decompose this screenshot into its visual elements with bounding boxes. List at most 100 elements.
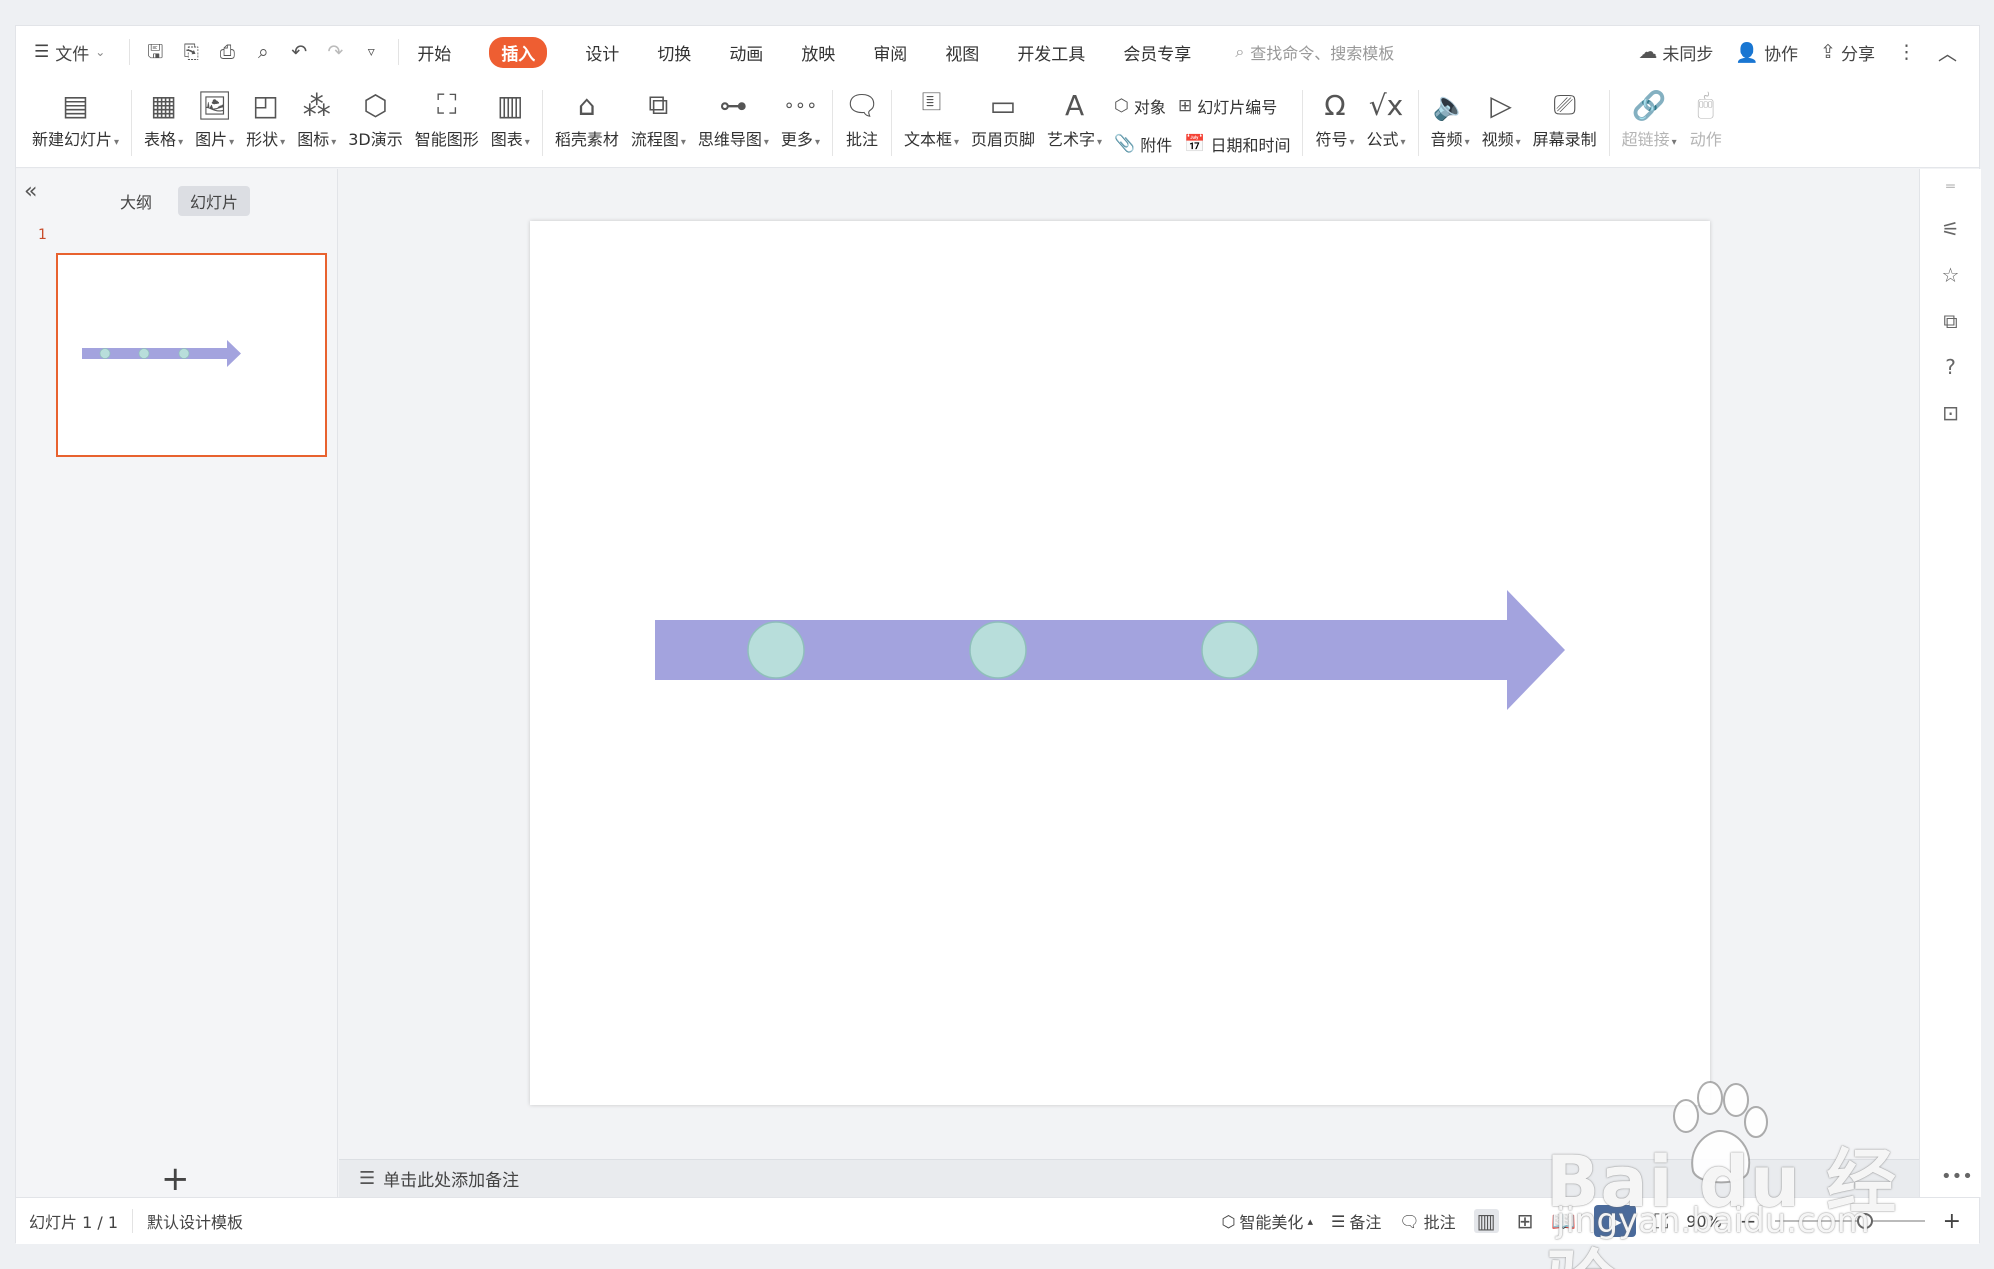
slide-counter: 幻灯片 1 / 1 (29, 1209, 134, 1233)
arrow-head[interactable] (1507, 590, 1565, 710)
audio-button[interactable]: 🔈 音频 (1431, 78, 1470, 150)
more-horizontal-icon[interactable]: ••• (1941, 1166, 1973, 1187)
star-icon[interactable]: ☆ (1942, 263, 1960, 287)
divider (1608, 90, 1610, 156)
icons-library-icon: ⁂ (302, 88, 331, 122)
video-icon: ▷ (1490, 88, 1512, 122)
3d-button[interactable]: ⬡ 3D演示 (348, 78, 403, 150)
attachment-label: 附件 (1140, 136, 1173, 155)
beautify-button[interactable]: ⬡ 智能美化 ▴ (1221, 1209, 1313, 1233)
undo-icon[interactable]: ↶ (288, 41, 310, 63)
hyperlink-button[interactable]: 🔗 超链接 (1622, 78, 1677, 150)
slide-number-button[interactable]: ⊞ 幻灯片编号 (1178, 94, 1277, 118)
tab-developer[interactable]: 开发工具 (1017, 40, 1085, 65)
mindmap-button[interactable]: ⊶ 思维导图 (698, 78, 769, 150)
tab-member[interactable]: 会员专享 (1123, 40, 1191, 65)
flowchart-icon: ⧉ (648, 88, 669, 121)
help-icon[interactable]: ? (1945, 355, 1956, 379)
timeline-circle[interactable] (747, 621, 805, 679)
new-slide-button[interactable]: ▤ 新建幻灯片 (32, 78, 119, 150)
hamburger-icon: ☰ (34, 42, 50, 62)
shape-button[interactable]: ◰ 形状 (246, 78, 285, 150)
header-footer-button[interactable]: ▭ 页眉页脚 (971, 78, 1035, 150)
slide-thumbnail[interactable] (56, 253, 327, 457)
icon-label: 图标 (297, 126, 336, 150)
slide-number-icon: ⊞ (1177, 96, 1193, 116)
share-button[interactable]: ⇪ 分享 (1820, 40, 1875, 65)
video-button[interactable]: ▷ 视频 (1482, 78, 1521, 150)
sync-label: 未同步 (1662, 44, 1714, 65)
tab-review[interactable]: 审阅 (873, 40, 907, 65)
tab-insert[interactable]: 插入 (489, 36, 548, 68)
screen-record-button[interactable]: ⎚ 屏幕录制 (1533, 78, 1597, 150)
tab-view[interactable]: 视图 (945, 40, 979, 65)
tab-slideshow[interactable]: 放映 (801, 40, 835, 65)
hyperlink-label: 超链接 (1622, 126, 1677, 150)
screen-record-icon: ⎚ (1553, 88, 1576, 121)
sync-button[interactable]: ☁ 未同步 (1638, 40, 1713, 65)
arrow-timeline-diagram (655, 590, 1565, 710)
more-vertical-icon[interactable]: ⋮ (1897, 41, 1916, 63)
timeline-circle[interactable] (1201, 621, 1259, 679)
tab-animation[interactable]: 动画 (729, 40, 763, 65)
flowchart-button[interactable]: ⧉ 流程图 (631, 78, 686, 150)
normal-view-icon[interactable]: ▥ (1473, 1209, 1499, 1233)
link-icon: 🔗 (1631, 88, 1667, 122)
tab-design[interactable]: 设计 (585, 40, 619, 65)
file-menu[interactable]: ☰ 文件 ⌄ (34, 40, 105, 65)
notes-button-label: 备注 (1349, 1213, 1382, 1232)
more-button[interactable]: ∘∘∘ 更多 (781, 78, 820, 150)
save-icon[interactable]: 🖫 (144, 41, 166, 63)
object-button[interactable]: ⬡ 对象 (1114, 94, 1166, 118)
slide-number-label: 幻灯片编号 (1197, 98, 1278, 117)
print-preview-icon[interactable]: ⌕ (252, 41, 274, 63)
video-label: 视频 (1482, 126, 1521, 150)
file-menu-label: 文件 (55, 44, 90, 65)
wordart-button[interactable]: A 艺术字 (1047, 78, 1102, 150)
customize-icon[interactable]: ▿ (360, 41, 382, 63)
formula-icon: √x (1368, 88, 1404, 122)
tab-home[interactable]: 开始 (417, 40, 451, 65)
symbol-button[interactable]: Ω 符号 (1315, 78, 1354, 150)
formula-button[interactable]: √x 公式 (1367, 78, 1406, 150)
archive-icon[interactable]: ⊡ (1942, 401, 1959, 425)
thumbnail-circle (138, 348, 150, 359)
tab-slides[interactable]: 幻灯片 (178, 186, 251, 216)
baidu-watermark: Bai du 经验 jingyan.baidu.com (1546, 1076, 1926, 1269)
picture-button[interactable]: 🖼 图片 (195, 78, 234, 150)
sorter-view-icon[interactable]: ⊞ (1517, 1209, 1534, 1233)
shell-assets-button[interactable]: ⌂ 稻壳素材 (555, 78, 619, 150)
format-painter-icon[interactable]: ⎘ (180, 41, 202, 63)
zoom-in-icon[interactable]: + (1943, 1209, 1961, 1234)
textbox-button[interactable]: 🗉 文本框 (904, 78, 959, 150)
table-button[interactable]: ▦ 表格 (144, 78, 183, 150)
print-icon[interactable]: ⎙ (216, 41, 238, 63)
properties-icon[interactable]: ⚟ (1942, 217, 1960, 241)
slides-icon[interactable]: ⧉ (1943, 309, 1957, 333)
picture-icon: 🖼 (196, 88, 233, 122)
date-time-button[interactable]: 📅 日期和时间 (1184, 132, 1290, 156)
action-label: 动作 (1689, 130, 1722, 149)
smart-shape-button[interactable]: ⛶ 智能图形 (415, 78, 479, 150)
smart-shape-label: 智能图形 (414, 130, 479, 149)
redo-icon[interactable]: ↷ (324, 41, 346, 63)
collapse-ribbon-icon[interactable]: ︿ (1938, 39, 1957, 66)
tab-outline[interactable]: 大纲 (108, 186, 164, 216)
comment-toggle-button[interactable]: 🗨 批注 (1399, 1209, 1455, 1233)
slide[interactable] (530, 221, 1710, 1105)
icon-button[interactable]: ⁂ 图标 (297, 78, 336, 150)
collapse-panel-icon[interactable]: « (24, 179, 37, 204)
insert-ribbon: ▤ 新建幻灯片 ▦ 表格 🖼 图片 ◰ 形状 ⁂ 图标 ⬡ 3D演示 ⛶ 智能图… (16, 78, 1979, 168)
template-name[interactable]: 默认设计模板 (133, 1209, 243, 1233)
chart-button[interactable]: ▥ 图表 (491, 78, 530, 150)
notes-button[interactable]: ☰ 备注 (1331, 1209, 1381, 1233)
comment-toggle-icon: 🗨 (1399, 1211, 1420, 1231)
attachment-button[interactable]: 📎 附件 (1114, 132, 1172, 156)
comment-button[interactable]: 🗨 批注 (844, 78, 880, 150)
add-slide-icon[interactable]: + (161, 1159, 190, 1199)
command-search[interactable]: ⌕ 查找命令、搜索模板 (1235, 40, 1394, 64)
tab-transition[interactable]: 切换 (657, 40, 691, 65)
collab-button[interactable]: 👤 协作 (1735, 40, 1798, 65)
timeline-circle[interactable] (969, 621, 1027, 679)
action-button[interactable]: 🖱 动作 (1689, 78, 1723, 150)
